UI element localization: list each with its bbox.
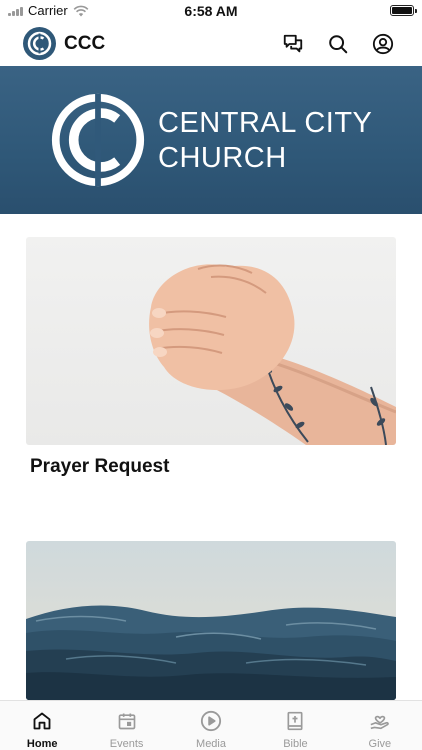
home-icon (30, 709, 54, 733)
status-bar: Carrier 6:58 AM (0, 0, 422, 22)
give-icon (368, 709, 392, 733)
search-icon[interactable] (326, 32, 350, 56)
tab-home-label: Home (26, 738, 58, 750)
calendar-icon (115, 709, 139, 733)
app-title: CCC (64, 33, 106, 54)
tab-bar: Home Events Media Bible Give (0, 700, 422, 750)
tab-home[interactable]: Home (0, 701, 84, 750)
chat-icon[interactable] (281, 32, 305, 56)
hero-title: CENTRAL CITY CHURCH (158, 106, 372, 176)
tab-media[interactable]: Media (169, 701, 253, 750)
account-icon[interactable] (371, 32, 395, 56)
church-logo-mark (51, 93, 145, 187)
tab-give[interactable]: Give (338, 701, 422, 750)
prayer-request-title[interactable]: Prayer Request (30, 456, 169, 478)
top-nav: CCC (0, 24, 422, 64)
ocean-card[interactable] (26, 541, 396, 700)
hero-banner: CENTRAL CITY CHURCH (0, 66, 422, 214)
tab-bible[interactable]: Bible (253, 701, 337, 750)
bible-icon (283, 709, 307, 733)
hero-title-line2: CHURCH (158, 142, 287, 174)
tab-events[interactable]: Events (84, 701, 168, 750)
hero-title-line1: CENTRAL CITY (158, 107, 373, 139)
tab-bible-label: Bible (283, 738, 308, 750)
prayer-request-card[interactable] (26, 237, 396, 445)
tab-give-label: Give (368, 738, 392, 750)
ocean-waves-image (26, 541, 396, 700)
tab-media-label: Media (196, 738, 226, 750)
church-logo-icon (27, 31, 52, 56)
praying-hands-image (26, 237, 396, 445)
status-time: 6:58 AM (184, 3, 238, 19)
battery-icon (390, 5, 417, 16)
play-icon (199, 709, 223, 733)
tab-events-label: Events (109, 738, 144, 750)
app-logo[interactable] (23, 27, 56, 60)
